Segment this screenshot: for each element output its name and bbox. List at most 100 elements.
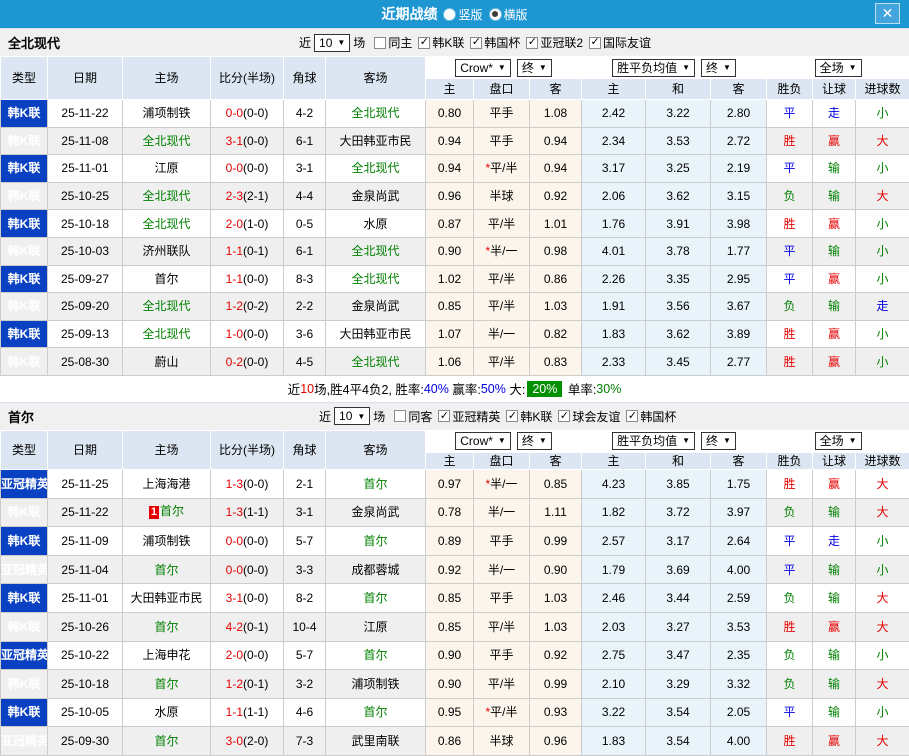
cell-handicap: 平手 [474, 584, 530, 613]
results-table: 类型日期主场比分(半场)角球客场Crow*▼终▼胜平负均值▼终▼全场▼主盘口客主… [0, 56, 909, 376]
table-row: 韩K联25-10-03济州联队1-1(0-1)6-1全北现代0.90*半/一0.… [1, 237, 909, 265]
league-checkbox-0[interactable] [418, 37, 430, 49]
cell-home-odds: 0.89 [426, 527, 474, 556]
cell-league: 韩K联 [1, 182, 48, 210]
scope-select[interactable]: 全场▼ [815, 432, 862, 450]
league-label-2[interactable]: 亚冠联2 [540, 34, 583, 51]
cell-score: 2-0(0-0) [211, 641, 284, 670]
cell-away-odds: 0.82 [530, 320, 582, 348]
cell-league: 亚冠精英 [1, 641, 48, 670]
cell-handicap-result: 输 [813, 641, 856, 670]
cell-result: 负 [767, 641, 813, 670]
close-button[interactable]: ✕ [875, 3, 900, 24]
halftime-score: (0-0) [243, 534, 268, 548]
league-label-3[interactable]: 韩国杯 [640, 408, 676, 425]
mean-odds-select[interactable]: 胜平负均值▼ [612, 432, 695, 450]
cell-away-odds: 0.85 [530, 469, 582, 498]
radio-vertical-layout[interactable]: 竖版 [444, 6, 482, 23]
sub-goals: 进球数 [856, 452, 909, 469]
same-venue-checkbox[interactable] [374, 37, 386, 49]
bookmaker-select-value: Crow* [460, 435, 493, 447]
mean-final-select[interactable]: 终▼ [701, 432, 736, 450]
cell-text: 浦项制铁 [142, 534, 190, 548]
radio-horizontal-layout[interactable]: 横版 [490, 6, 528, 23]
cell-text: 浦项制铁 [142, 106, 190, 120]
fulltime-score: 1-3 [226, 505, 243, 519]
bookmaker-select[interactable]: Crow*▼ [455, 59, 511, 77]
scope-select[interactable]: 全场▼ [815, 59, 862, 77]
cell-text: 走 [828, 534, 840, 548]
cell-mean-draw: 3.35 [646, 265, 711, 293]
cell-goals: 小 [856, 210, 909, 238]
cell-home-team: 水原 [123, 698, 211, 727]
match-count-select-value: 10 [319, 36, 332, 50]
cell-score: 0-0(0-0) [211, 555, 284, 584]
cell-goals: 走 [856, 293, 909, 321]
cell-handicap: 平/半 [474, 265, 530, 293]
league-label-1[interactable]: 韩国杯 [484, 34, 520, 51]
sub-result: 胜负 [767, 79, 813, 100]
cell-result: 负 [767, 670, 813, 699]
table-row: 亚冠精英25-09-30首尔3-0(2-0)7-3武里南联0.86半球0.961… [1, 727, 909, 756]
cell-score: 1-1(1-1) [211, 698, 284, 727]
league-checkbox-2[interactable] [558, 410, 570, 422]
cell-home-team: 1首尔 [123, 498, 211, 527]
same-venue-checkbox[interactable] [394, 410, 406, 422]
match-filters: 近10▼场同主韩K联韩国杯亚冠联2国际友谊 [296, 34, 651, 52]
halftime-score: (0-0) [243, 327, 268, 341]
cell-away-team: 水原 [326, 210, 426, 238]
cell-mean-home: 1.83 [582, 727, 646, 756]
radio-selected-icon[interactable] [490, 9, 501, 20]
cell-home-odds: 0.95 [426, 698, 474, 727]
league-label-3[interactable]: 国际友谊 [603, 34, 651, 51]
cell-text: 全北现代 [142, 299, 190, 313]
mean-odds-select[interactable]: 胜平负均值▼ [612, 59, 695, 77]
radio-vertical-label[interactable]: 竖版 [458, 6, 482, 23]
league-label-2[interactable]: 球会友谊 [572, 408, 620, 425]
cell-league: 韩K联 [1, 320, 48, 348]
table-row: 韩K联25-10-18首尔1-2(0-1)3-2浦项制铁0.90平/半0.992… [1, 670, 909, 699]
radio-horizontal-label[interactable]: 横版 [504, 6, 528, 23]
team-section: 首尔近10▼场同客亚冠精英韩K联球会友谊韩国杯类型日期主场比分(半场)角球客场C… [0, 402, 909, 756]
cell-mean-draw: 3.69 [646, 555, 711, 584]
cell-away-odds: 1.11 [530, 498, 582, 527]
same-venue-label[interactable]: 同客 [408, 408, 432, 425]
cell-mean-home: 4.23 [582, 469, 646, 498]
cell-handicap-result: 输 [813, 182, 856, 210]
halftime-score: (0-0) [243, 272, 268, 286]
cell-handicap-result: 赢 [813, 320, 856, 348]
sub-handicap: 盘口 [474, 79, 530, 100]
same-venue-label[interactable]: 同主 [388, 34, 412, 51]
cell-result: 胜 [767, 320, 813, 348]
final-odds-select[interactable]: 终▼ [517, 59, 552, 77]
cell-result: 平 [767, 265, 813, 293]
final-odds-select[interactable]: 终▼ [517, 432, 552, 450]
cell-away-odds: 0.96 [530, 727, 582, 756]
league-label-1[interactable]: 韩K联 [520, 408, 552, 425]
league-label-0[interactable]: 韩K联 [432, 34, 464, 51]
cell-text: 平/半 [490, 161, 517, 175]
cell-mean-draw: 3.54 [646, 727, 711, 756]
cell-text: 小 [877, 648, 889, 662]
cell-corners: 4-4 [284, 182, 326, 210]
league-label-0[interactable]: 亚冠精英 [452, 408, 500, 425]
match-count-select[interactable]: 10▼ [334, 407, 370, 425]
league-checkbox-3[interactable] [589, 37, 601, 49]
page-title: 近期战绩 [381, 4, 437, 24]
radio-unselected-icon[interactable] [444, 9, 455, 20]
cell-away-team: 江原 [326, 612, 426, 641]
cell-mean-home: 3.22 [582, 698, 646, 727]
cell-corners: 2-1 [284, 469, 326, 498]
cell-away-team: 全北现代 [326, 155, 426, 183]
league-checkbox-1[interactable] [506, 410, 518, 422]
league-checkbox-1[interactable] [470, 37, 482, 49]
cell-text: 全北现代 [351, 272, 399, 286]
league-checkbox-3[interactable] [626, 410, 638, 422]
cell-mean-away: 3.98 [711, 210, 767, 238]
cell-score: 4-2(0-1) [211, 612, 284, 641]
match-count-select[interactable]: 10▼ [314, 34, 350, 52]
mean-final-select[interactable]: 终▼ [701, 59, 736, 77]
league-checkbox-0[interactable] [438, 410, 450, 422]
league-checkbox-2[interactable] [526, 37, 538, 49]
bookmaker-select[interactable]: Crow*▼ [455, 432, 511, 450]
